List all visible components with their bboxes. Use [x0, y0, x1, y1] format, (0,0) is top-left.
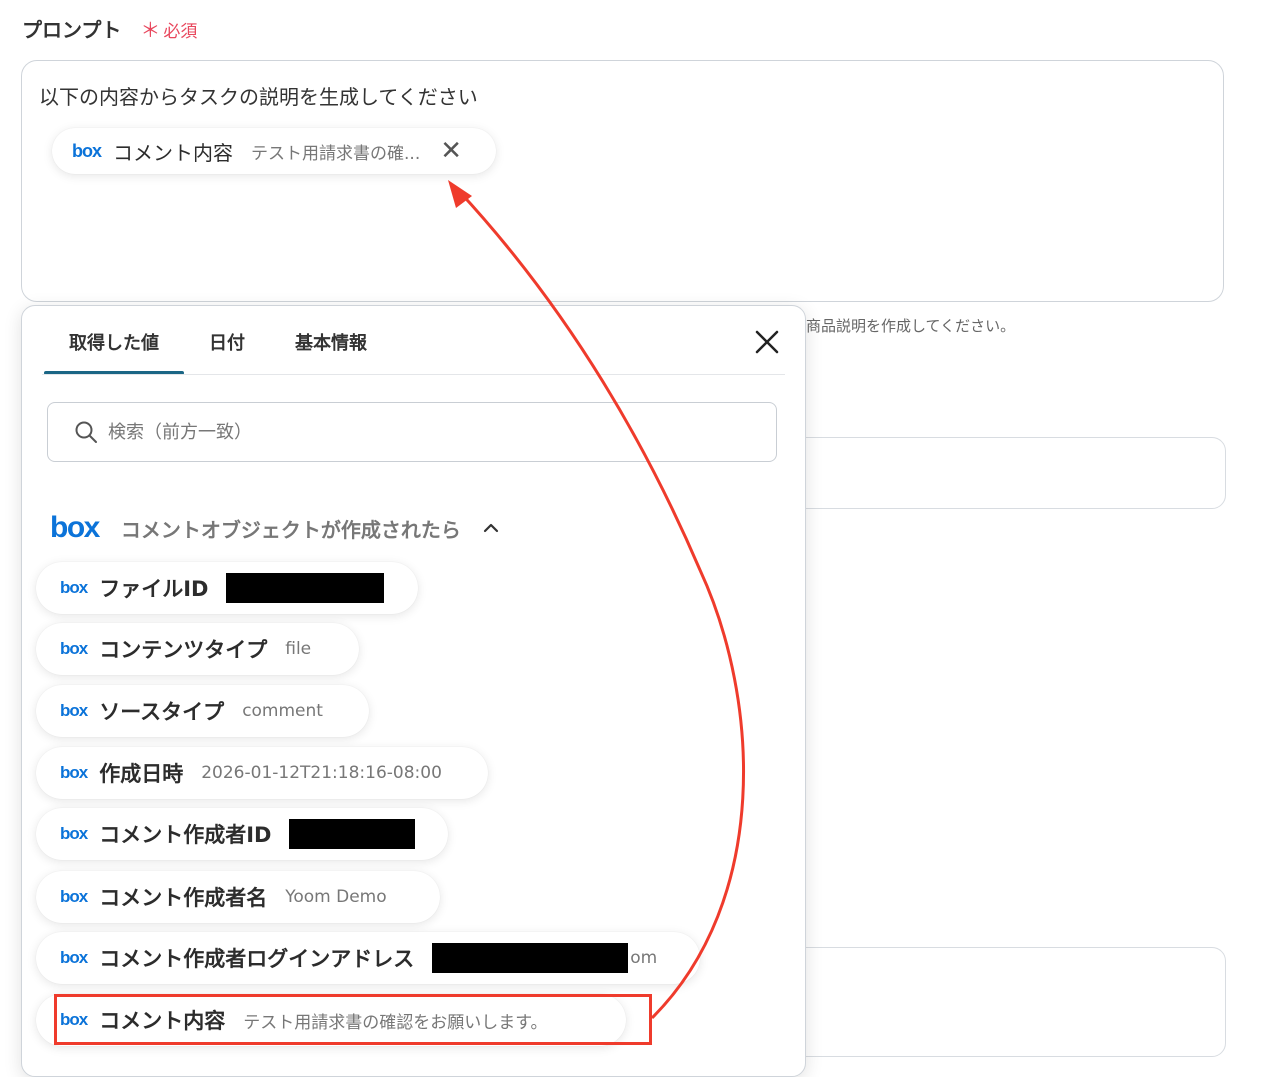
- tab-date[interactable]: 日付: [184, 306, 270, 374]
- tab-acquired-values[interactable]: 取得した値: [44, 306, 184, 375]
- required-star: ＊: [140, 18, 161, 42]
- close-icon[interactable]: ✕: [440, 136, 462, 166]
- background-textarea[interactable]: [780, 947, 1226, 1057]
- list-item[interactable]: box コメント作成者名 Yoom Demo: [36, 871, 440, 923]
- item-value: om: [630, 948, 658, 968]
- item-label: コメント作成者ログインアドレス: [99, 947, 415, 971]
- search-box: [47, 402, 777, 462]
- chevron-up-icon[interactable]: [483, 520, 499, 536]
- tab-basic-info[interactable]: 基本情報: [270, 306, 392, 374]
- redacted-value: [432, 943, 629, 973]
- chip-label: コメント内容: [113, 140, 234, 165]
- item-value: テスト用請求書の確認をお願いします。: [243, 1012, 548, 1033]
- list-item[interactable]: box コンテンツタイプ file: [36, 623, 359, 675]
- search-icon: [75, 421, 97, 443]
- group-title: コメントオブジェクトが作成されたら: [120, 517, 461, 542]
- box-logo-icon: box: [60, 1010, 88, 1029]
- box-logo-icon: box: [50, 511, 100, 544]
- tab-bar: 取得した値 日付 基本情報: [44, 306, 392, 375]
- redacted-value: [226, 573, 385, 603]
- tab-divider: [42, 374, 785, 375]
- list-item[interactable]: box コメント作成者ログインアドレス om: [36, 932, 700, 984]
- list-item[interactable]: box コメント作成者ID: [36, 808, 448, 860]
- redacted-value: [289, 819, 416, 849]
- helper-text: 商品説明を作成してください。: [806, 317, 1016, 335]
- item-value: 2026-01-12T21:18:16-08:00: [201, 763, 442, 783]
- prompt-textarea[interactable]: 以下の内容からタスクの説明を生成してください: [21, 60, 1224, 302]
- item-label: コンテンツタイプ: [99, 638, 268, 662]
- item-label: ソースタイプ: [99, 700, 225, 724]
- field-label: プロンプト ＊必須: [22, 14, 197, 43]
- required-badge: ＊必須: [140, 18, 198, 42]
- list-item[interactable]: box 作成日時 2026-01-12T21:18:16-08:00: [36, 747, 488, 799]
- list-item[interactable]: box ソースタイプ comment: [36, 685, 369, 737]
- list-item[interactable]: box コメント内容 テスト用請求書の確認をお願いします。: [36, 994, 626, 1046]
- box-logo-icon: box: [60, 763, 88, 782]
- field-label-text: プロンプト: [22, 18, 122, 42]
- required-text: 必須: [163, 22, 198, 42]
- item-value: comment: [242, 701, 323, 721]
- group-header[interactable]: box コメントオブジェクトが作成されたら: [50, 511, 499, 545]
- item-value: file: [285, 639, 312, 659]
- prompt-variable-chip[interactable]: box コメント内容 テスト用請求書の確... ✕: [52, 128, 496, 174]
- box-logo-icon: box: [60, 578, 88, 597]
- item-label: コメント作成者ID: [99, 823, 272, 847]
- item-label: 作成日時: [99, 762, 184, 786]
- list-item[interactable]: box ファイルID: [36, 562, 418, 614]
- box-logo-icon: box: [72, 140, 102, 161]
- item-value: Yoom Demo: [285, 887, 387, 907]
- close-icon[interactable]: [753, 328, 781, 356]
- search-input[interactable]: [106, 420, 710, 444]
- box-logo-icon: box: [60, 639, 88, 658]
- box-logo-icon: box: [60, 887, 88, 906]
- background-input-field[interactable]: [780, 437, 1226, 509]
- item-label: コメント内容: [99, 1009, 226, 1033]
- box-logo-icon: box: [60, 948, 88, 967]
- chip-value: テスト用請求書の確...: [251, 143, 421, 164]
- item-label: コメント作成者名: [99, 886, 268, 910]
- item-label: ファイルID: [99, 577, 209, 601]
- box-logo-icon: box: [60, 701, 88, 720]
- box-logo-icon: box: [60, 824, 88, 843]
- prompt-text: 以下の内容からタスクの説明を生成してください: [39, 85, 478, 109]
